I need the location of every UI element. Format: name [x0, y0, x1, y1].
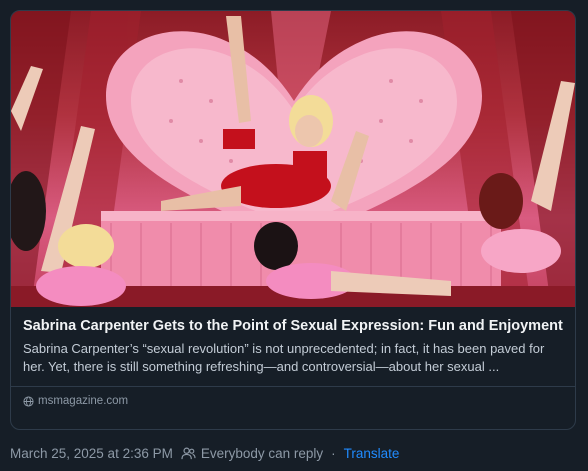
link-preview-description: Sabrina Carpenter’s “sexual revolution” …	[23, 341, 545, 374]
link-preview-title: Sabrina Carpenter Gets to the Point of S…	[23, 318, 563, 334]
post-timestamp[interactable]: March 25, 2025 at 2:36 PM	[10, 446, 173, 461]
link-preview-card[interactable]: Sabrina Carpenter Gets to the Point of S…	[10, 10, 576, 430]
reply-setting-label: Everybody can reply	[200, 446, 324, 461]
translate-link[interactable]: Translate	[344, 446, 400, 461]
reply-setting: Everybody can reply	[181, 446, 323, 461]
post-meta-row: March 25, 2025 at 2:36 PM Everybody can …	[10, 446, 399, 461]
meta-separator: ·	[331, 446, 336, 461]
globe-icon	[23, 395, 34, 407]
source-domain: msmagazine.com	[38, 395, 129, 407]
link-preview-source: msmagazine.com	[23, 395, 565, 407]
link-preview-body[interactable]: Sabrina Carpenter Gets to the Point of S…	[11, 307, 575, 429]
stage-photo-illustration	[11, 11, 575, 307]
people-icon	[181, 447, 196, 460]
card-divider	[11, 386, 575, 387]
link-preview-image[interactable]	[11, 11, 575, 307]
